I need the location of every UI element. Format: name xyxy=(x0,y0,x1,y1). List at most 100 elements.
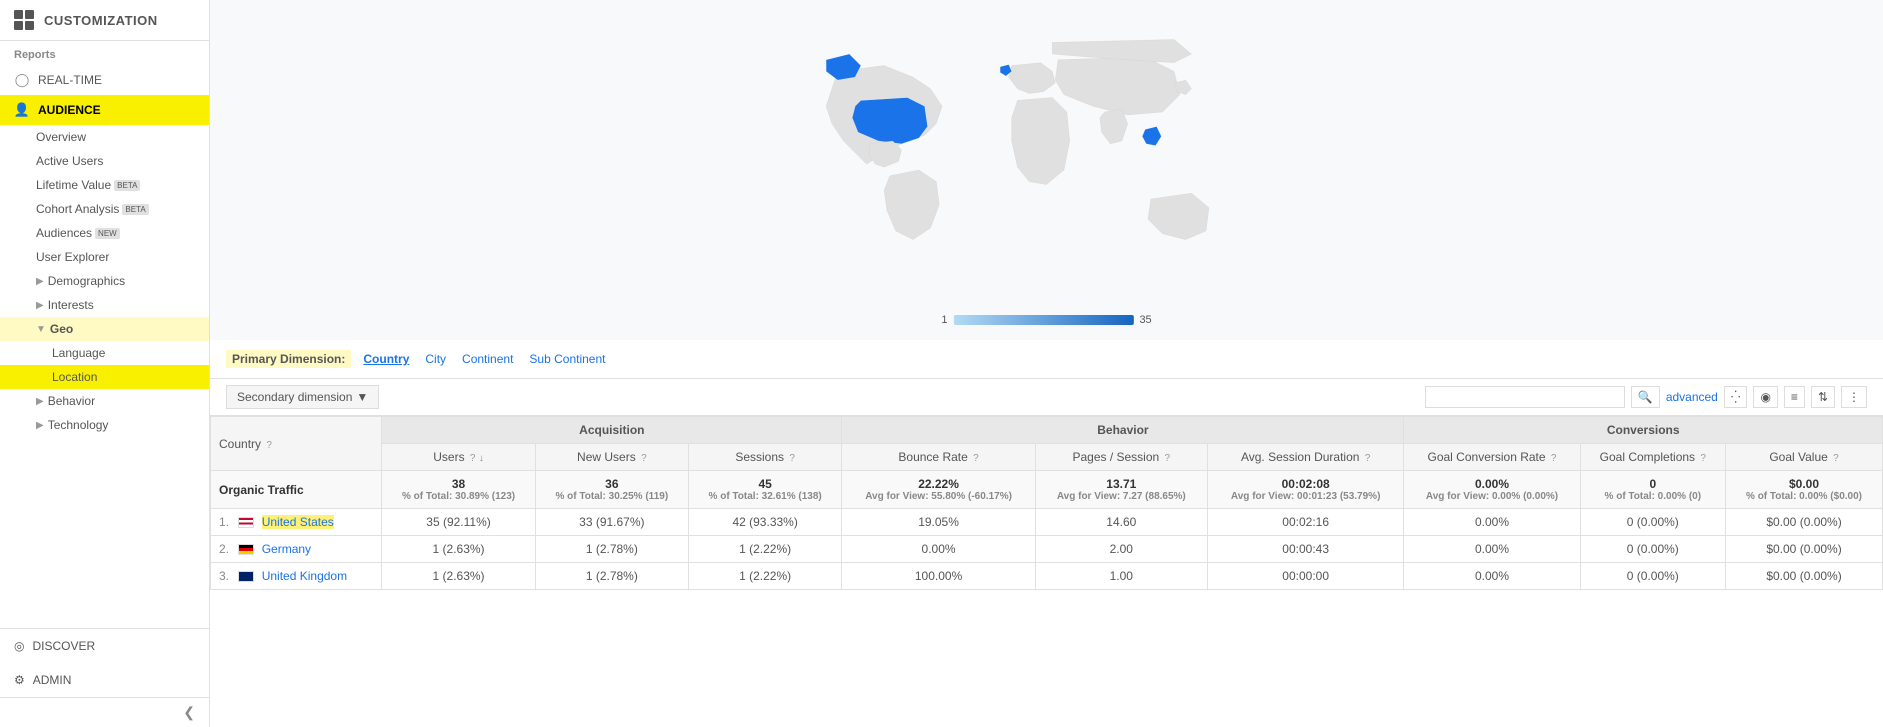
sidebar-item-lifetime-value[interactable]: Lifetime ValueBETA xyxy=(0,173,209,197)
toolbar-row: Secondary dimension ▼ 🔍 advanced ⁛ ◉ ≡ ⇅… xyxy=(210,379,1883,416)
main-content: 1 35 Primary Dimension: Country City Con… xyxy=(210,0,1883,727)
sidebar-item-user-explorer[interactable]: User Explorer xyxy=(0,245,209,269)
row1-country-link[interactable]: United States xyxy=(262,515,334,529)
sidebar-item-technology[interactable]: ▶ Technology xyxy=(0,413,209,437)
sidebar-bottom: ◎ DISCOVER ⚙ ADMIN ❮ xyxy=(0,628,209,727)
world-map-container: 1 35 xyxy=(210,0,1883,340)
sidebar-item-audiences[interactable]: AudiencesNEW xyxy=(0,221,209,245)
legend-bar xyxy=(953,315,1133,325)
sidebar-item-language[interactable]: Language xyxy=(0,341,209,365)
sidebar-header: CUSTOMIZATION xyxy=(0,0,209,41)
row1-pages: 14.60 xyxy=(1035,509,1207,536)
demographics-expand-icon: ▶ xyxy=(36,276,44,287)
sidebar-item-audience-label: AUDIENCE xyxy=(38,103,101,117)
map-legend: 1 35 xyxy=(941,314,1151,326)
row1-bounce: 19.05% xyxy=(842,509,1035,536)
data-table: Country ? Acquisition Behavior Conversio… xyxy=(210,416,1883,590)
secondary-dim-container: Secondary dimension ▼ xyxy=(226,385,379,409)
row3-country-link[interactable]: United Kingdom xyxy=(262,569,347,583)
organic-pages: 13.71 Avg for View: 7.27 (88.65%) xyxy=(1035,471,1207,509)
sort-btn[interactable]: ⇅ xyxy=(1811,386,1835,408)
row1-avg-session: 00:02:16 xyxy=(1207,509,1404,536)
sidebar-item-interests[interactable]: ▶ Interests xyxy=(0,293,209,317)
primary-dimension-label: Primary Dimension: xyxy=(226,350,351,368)
row1-goal-conv: 0.00% xyxy=(1404,509,1580,536)
sidebar-collapse-button[interactable]: ❮ xyxy=(0,697,209,727)
sidebar-item-geo[interactable]: ▼ Geo xyxy=(0,317,209,341)
bounce-help-icon[interactable]: ? xyxy=(973,453,979,464)
search-input[interactable] xyxy=(1425,386,1625,408)
th-group-conversions: Conversions xyxy=(1404,417,1883,444)
row2-country-link[interactable]: Germany xyxy=(262,542,311,556)
filter-btn[interactable]: ≡ xyxy=(1784,386,1805,408)
row1-flag xyxy=(238,517,254,528)
table-row: 2. Germany 1 (2.63%) 1 (2.78%) 1 (2.22%)… xyxy=(211,536,1883,563)
sidebar-item-behavior[interactable]: ▶ Behavior xyxy=(0,389,209,413)
person-icon: 👤 xyxy=(14,102,30,118)
new-users-help-icon[interactable]: ? xyxy=(641,453,647,464)
th-group-behavior: Behavior xyxy=(842,417,1404,444)
pages-help-icon[interactable]: ? xyxy=(1165,453,1171,464)
sidebar-item-realtime[interactable]: ◯ REAL-TIME xyxy=(0,65,209,95)
row2-new-users: 1 (2.78%) xyxy=(535,536,688,563)
sidebar-item-audience[interactable]: 👤 AUDIENCE xyxy=(0,95,209,125)
sidebar: CUSTOMIZATION Reports ◯ REAL-TIME 👤 AUDI… xyxy=(0,0,210,727)
technology-expand-icon: ▶ xyxy=(36,420,44,431)
sessions-help-icon[interactable]: ? xyxy=(789,453,795,464)
row3-users: 1 (2.63%) xyxy=(382,563,536,590)
sidebar-item-admin[interactable]: ⚙ ADMIN xyxy=(0,663,209,697)
users-help-icon[interactable]: ? xyxy=(470,453,476,464)
table-row: 1. United States 35 (92.11%) 33 (91.67%)… xyxy=(211,509,1883,536)
goal-value-help-icon[interactable]: ? xyxy=(1833,453,1839,464)
row3-avg-session: 00:00:00 xyxy=(1207,563,1404,590)
lifetime-value-badge: BETA xyxy=(114,180,140,191)
th-country: Country ? xyxy=(211,417,382,471)
row2-goal-value: $0.00 (0.00%) xyxy=(1726,536,1883,563)
sidebar-item-overview[interactable]: Overview xyxy=(0,125,209,149)
reports-section-label: Reports xyxy=(0,41,209,65)
th-new-users: New Users ? xyxy=(535,444,688,471)
row2-goal-conv: 0.00% xyxy=(1404,536,1580,563)
legend-max: 35 xyxy=(1139,314,1151,326)
search-button[interactable]: 🔍 xyxy=(1631,386,1660,408)
dim-continent-btn[interactable]: Continent xyxy=(458,350,517,368)
customization-icon xyxy=(14,10,34,30)
sidebar-item-demographics[interactable]: ▶ Demographics xyxy=(0,269,209,293)
row1-rank: 1. xyxy=(219,515,229,529)
sidebar-item-active-users[interactable]: Active Users xyxy=(0,149,209,173)
th-bounce-rate: Bounce Rate ? xyxy=(842,444,1035,471)
organic-traffic-label: Organic Traffic xyxy=(211,471,382,509)
chart-view-btn[interactable]: ◉ xyxy=(1753,386,1777,408)
organic-users: 38 % of Total: 30.89% (123) xyxy=(382,471,536,509)
more-options-btn[interactable]: ⋮ xyxy=(1841,386,1867,408)
organic-traffic-row: Organic Traffic 38 % of Total: 30.89% (1… xyxy=(211,471,1883,509)
country-help-icon[interactable]: ? xyxy=(266,440,272,451)
sidebar-item-location[interactable]: Location xyxy=(0,365,209,389)
row2-goal-completions: 0 (0.00%) xyxy=(1580,536,1725,563)
goal-conv-help-icon[interactable]: ? xyxy=(1551,453,1557,464)
avg-session-help-icon[interactable]: ? xyxy=(1365,453,1371,464)
goal-completions-help-icon[interactable]: ? xyxy=(1700,453,1706,464)
row3-new-users: 1 (2.78%) xyxy=(535,563,688,590)
grid-view-btn[interactable]: ⁛ xyxy=(1724,386,1748,408)
row3-country: 3. United Kingdom xyxy=(211,563,382,590)
dim-sub-continent-btn[interactable]: Sub Continent xyxy=(525,350,609,368)
row3-flag xyxy=(238,571,254,582)
row1-goal-value: $0.00 (0.00%) xyxy=(1726,509,1883,536)
sidebar-item-discover[interactable]: ◎ DISCOVER xyxy=(0,629,209,663)
advanced-link[interactable]: advanced xyxy=(1666,390,1718,404)
th-goal-completions: Goal Completions ? xyxy=(1580,444,1725,471)
users-sort-icon[interactable]: ↓ xyxy=(479,453,484,464)
secondary-dim-label: Secondary dimension xyxy=(237,390,352,404)
th-pages-session: Pages / Session ? xyxy=(1035,444,1207,471)
sidebar-item-realtime-label: REAL-TIME xyxy=(38,73,102,87)
organic-new-users: 36 % of Total: 30.25% (119) xyxy=(535,471,688,509)
row2-pages: 2.00 xyxy=(1035,536,1207,563)
organic-sessions: 45 % of Total: 32.61% (138) xyxy=(688,471,842,509)
secondary-dimension-btn[interactable]: Secondary dimension ▼ xyxy=(226,385,379,409)
dim-country-btn[interactable]: Country xyxy=(359,350,413,368)
dim-city-btn[interactable]: City xyxy=(421,350,450,368)
audiences-badge: NEW xyxy=(95,228,120,239)
row1-users: 35 (92.11%) xyxy=(382,509,536,536)
sidebar-item-cohort-analysis[interactable]: Cohort AnalysisBETA xyxy=(0,197,209,221)
